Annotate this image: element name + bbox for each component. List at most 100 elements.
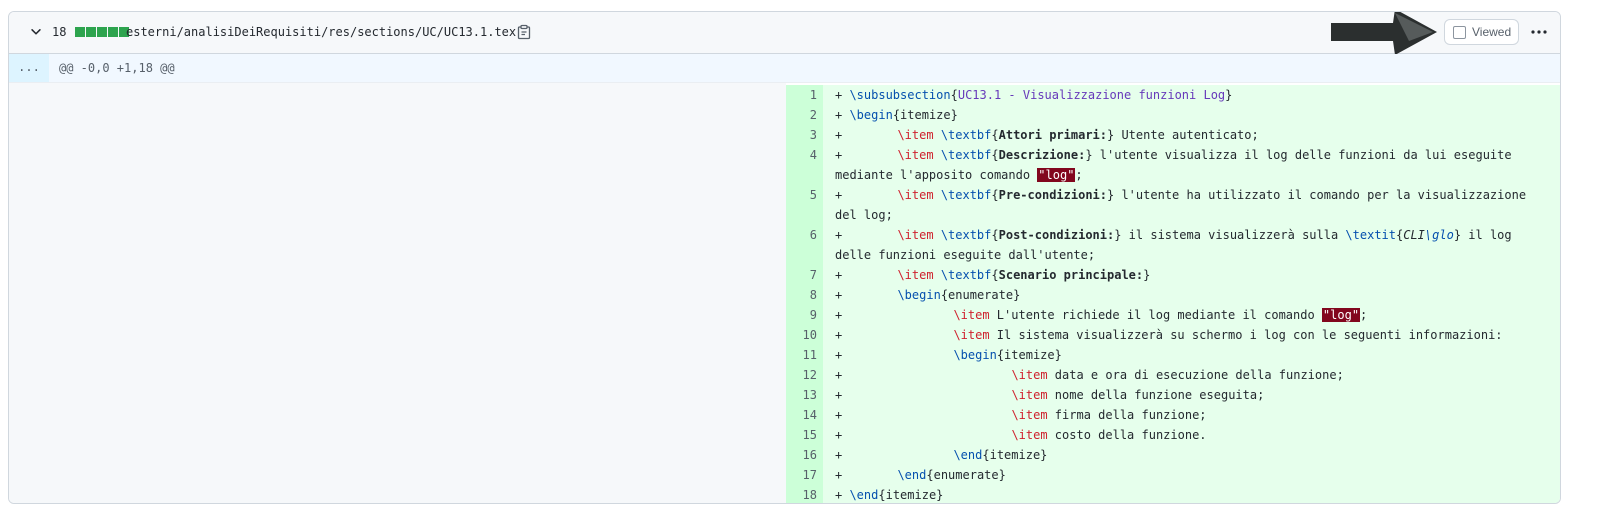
brace: {	[991, 148, 999, 162]
line-number[interactable]: 5	[786, 185, 823, 225]
plus-marker: +	[835, 368, 850, 382]
brace: {	[892, 108, 901, 122]
diff-line: 18 + \end{itemize}	[786, 485, 1560, 503]
cmd-token: \textbf	[940, 228, 992, 242]
plus-marker: +	[835, 388, 850, 402]
text: Utente autenticato;	[1114, 128, 1259, 142]
cmd-token: \subsubsection	[849, 88, 951, 102]
diff-line: 7 + \item \textbf{Scenario principale:}	[786, 265, 1560, 285]
text: Il sistema visualizzerà su schermo i log…	[989, 328, 1503, 342]
line-number[interactable]: 15	[786, 425, 823, 445]
semicolon: ;	[1360, 308, 1368, 322]
line-number[interactable]: 9	[786, 305, 823, 325]
bold-text: Descrizione:	[998, 148, 1086, 162]
brace: {	[926, 468, 934, 482]
line-code: + \item \textbf{Scenario principale:}	[823, 265, 1560, 285]
env-name: enumerate	[933, 468, 999, 482]
brace: }	[1143, 268, 1151, 282]
brace: {	[950, 88, 958, 102]
viewed-toggle[interactable]: Viewed	[1444, 19, 1519, 45]
line-number[interactable]: 17	[786, 465, 823, 485]
cmd-token: \begin	[897, 288, 941, 302]
semicolon: ;	[1075, 168, 1083, 182]
diff-line: 5 + \item \textbf{Pre-condizioni:} l'ute…	[786, 185, 1560, 225]
plus-marker: +	[835, 448, 850, 462]
diffstat	[75, 27, 130, 37]
line-number[interactable]: 6	[786, 225, 823, 265]
brace: }	[1054, 348, 1062, 362]
env-name: enumerate	[948, 288, 1014, 302]
cmd-token: \textbf	[940, 128, 992, 142]
plus-marker: +	[835, 268, 850, 282]
diff-file-container: 18 esterni/analisiDeiRequisiti/res/secti…	[8, 11, 1561, 504]
line-number[interactable]: 10	[786, 325, 823, 345]
line-number[interactable]: 13	[786, 385, 823, 405]
diff-line: 2 + \begin{itemize}	[786, 105, 1560, 125]
plus-marker: +	[835, 408, 850, 422]
diff-line: 1 + \subsubsection{UC13.1 - Visualizzazi…	[786, 85, 1560, 105]
plus-marker: +	[835, 228, 850, 242]
expand-hunk-button[interactable]: ...	[9, 54, 49, 82]
diff-line: 11 + \begin{itemize}	[786, 345, 1560, 365]
item-token: \item	[953, 328, 990, 342]
plus-marker: +	[835, 488, 850, 502]
bold-text: Attori primari:	[998, 128, 1107, 142]
diff-line: 12 + \item data e ora di esecuzione dell…	[786, 365, 1560, 385]
file-path-link[interactable]: esterni/analisiDeiRequisiti/res/sections…	[126, 25, 516, 39]
added-lines-count: 18	[52, 25, 67, 39]
log-string-error: "log"	[1037, 168, 1076, 182]
line-code: + \begin{enumerate}	[823, 285, 1560, 305]
brace: {	[996, 348, 1005, 362]
line-number[interactable]: 2	[786, 105, 823, 125]
kebab-icon[interactable]	[1529, 22, 1549, 42]
cmd-token: \end	[897, 468, 927, 482]
line-number[interactable]: 4	[786, 145, 823, 185]
diff-line: 8 + \begin{enumerate}	[786, 285, 1560, 305]
line-number[interactable]: 1	[786, 85, 823, 105]
env-name: itemize	[989, 448, 1041, 462]
bold-text: Post-condizioni:	[998, 228, 1115, 242]
hunk-header: ... @@ -0,0 +1,18 @@	[9, 54, 1560, 83]
brace: }	[1225, 88, 1233, 102]
brace: {	[991, 228, 999, 242]
line-number[interactable]: 8	[786, 285, 823, 305]
brace: }	[1013, 288, 1021, 302]
plus-marker: +	[835, 348, 850, 362]
item-token: \item	[1011, 428, 1048, 442]
plus-marker: +	[835, 188, 850, 202]
cmd-token: \textbf	[940, 188, 992, 202]
item-token: \item	[1011, 368, 1048, 382]
line-number[interactable]: 7	[786, 265, 823, 285]
line-code: + \item costo della funzione.	[823, 425, 1560, 445]
brace: {	[991, 268, 999, 282]
line-number[interactable]: 11	[786, 345, 823, 365]
italic-text: CLI	[1403, 228, 1425, 242]
split-diff-body: 1 + \subsubsection{UC13.1 - Visualizzazi…	[9, 83, 1560, 503]
line-number[interactable]: 18	[786, 485, 823, 503]
cmd-token: \begin	[953, 348, 997, 362]
env-name: itemize	[1004, 348, 1055, 362]
line-number[interactable]: 3	[786, 125, 823, 145]
brace: }	[1085, 148, 1093, 162]
item-token: \item	[897, 128, 934, 142]
line-code: + \item \textbf{Post-condizioni:} il sis…	[823, 225, 1560, 265]
brace: }	[950, 108, 958, 122]
bold-text: Scenario principale:	[998, 268, 1144, 282]
chevron-down-icon[interactable]	[29, 25, 43, 39]
line-number[interactable]: 14	[786, 405, 823, 425]
viewed-label: Viewed	[1472, 25, 1512, 39]
line-number[interactable]: 12	[786, 365, 823, 385]
line-code: + \end{itemize}	[823, 485, 1560, 503]
copy-icon[interactable]	[516, 24, 532, 40]
hunk-range: @@ -0,0 +1,18 @@	[59, 61, 175, 75]
diff-line: 3 + \item \textbf{Attori primari:} Utent…	[786, 125, 1560, 145]
cmd-token: \begin	[849, 108, 893, 122]
diffstat-block	[97, 27, 107, 37]
cmd-token: \glo	[1424, 228, 1454, 242]
brace: {	[991, 128, 999, 142]
file-header: 18 esterni/analisiDeiRequisiti/res/secti…	[9, 12, 1560, 55]
line-number[interactable]: 16	[786, 445, 823, 465]
checkbox-icon[interactable]	[1453, 25, 1466, 39]
right-side-additions: 1 + \subsubsection{UC13.1 - Visualizzazi…	[786, 85, 1560, 503]
brace: {	[991, 188, 999, 202]
